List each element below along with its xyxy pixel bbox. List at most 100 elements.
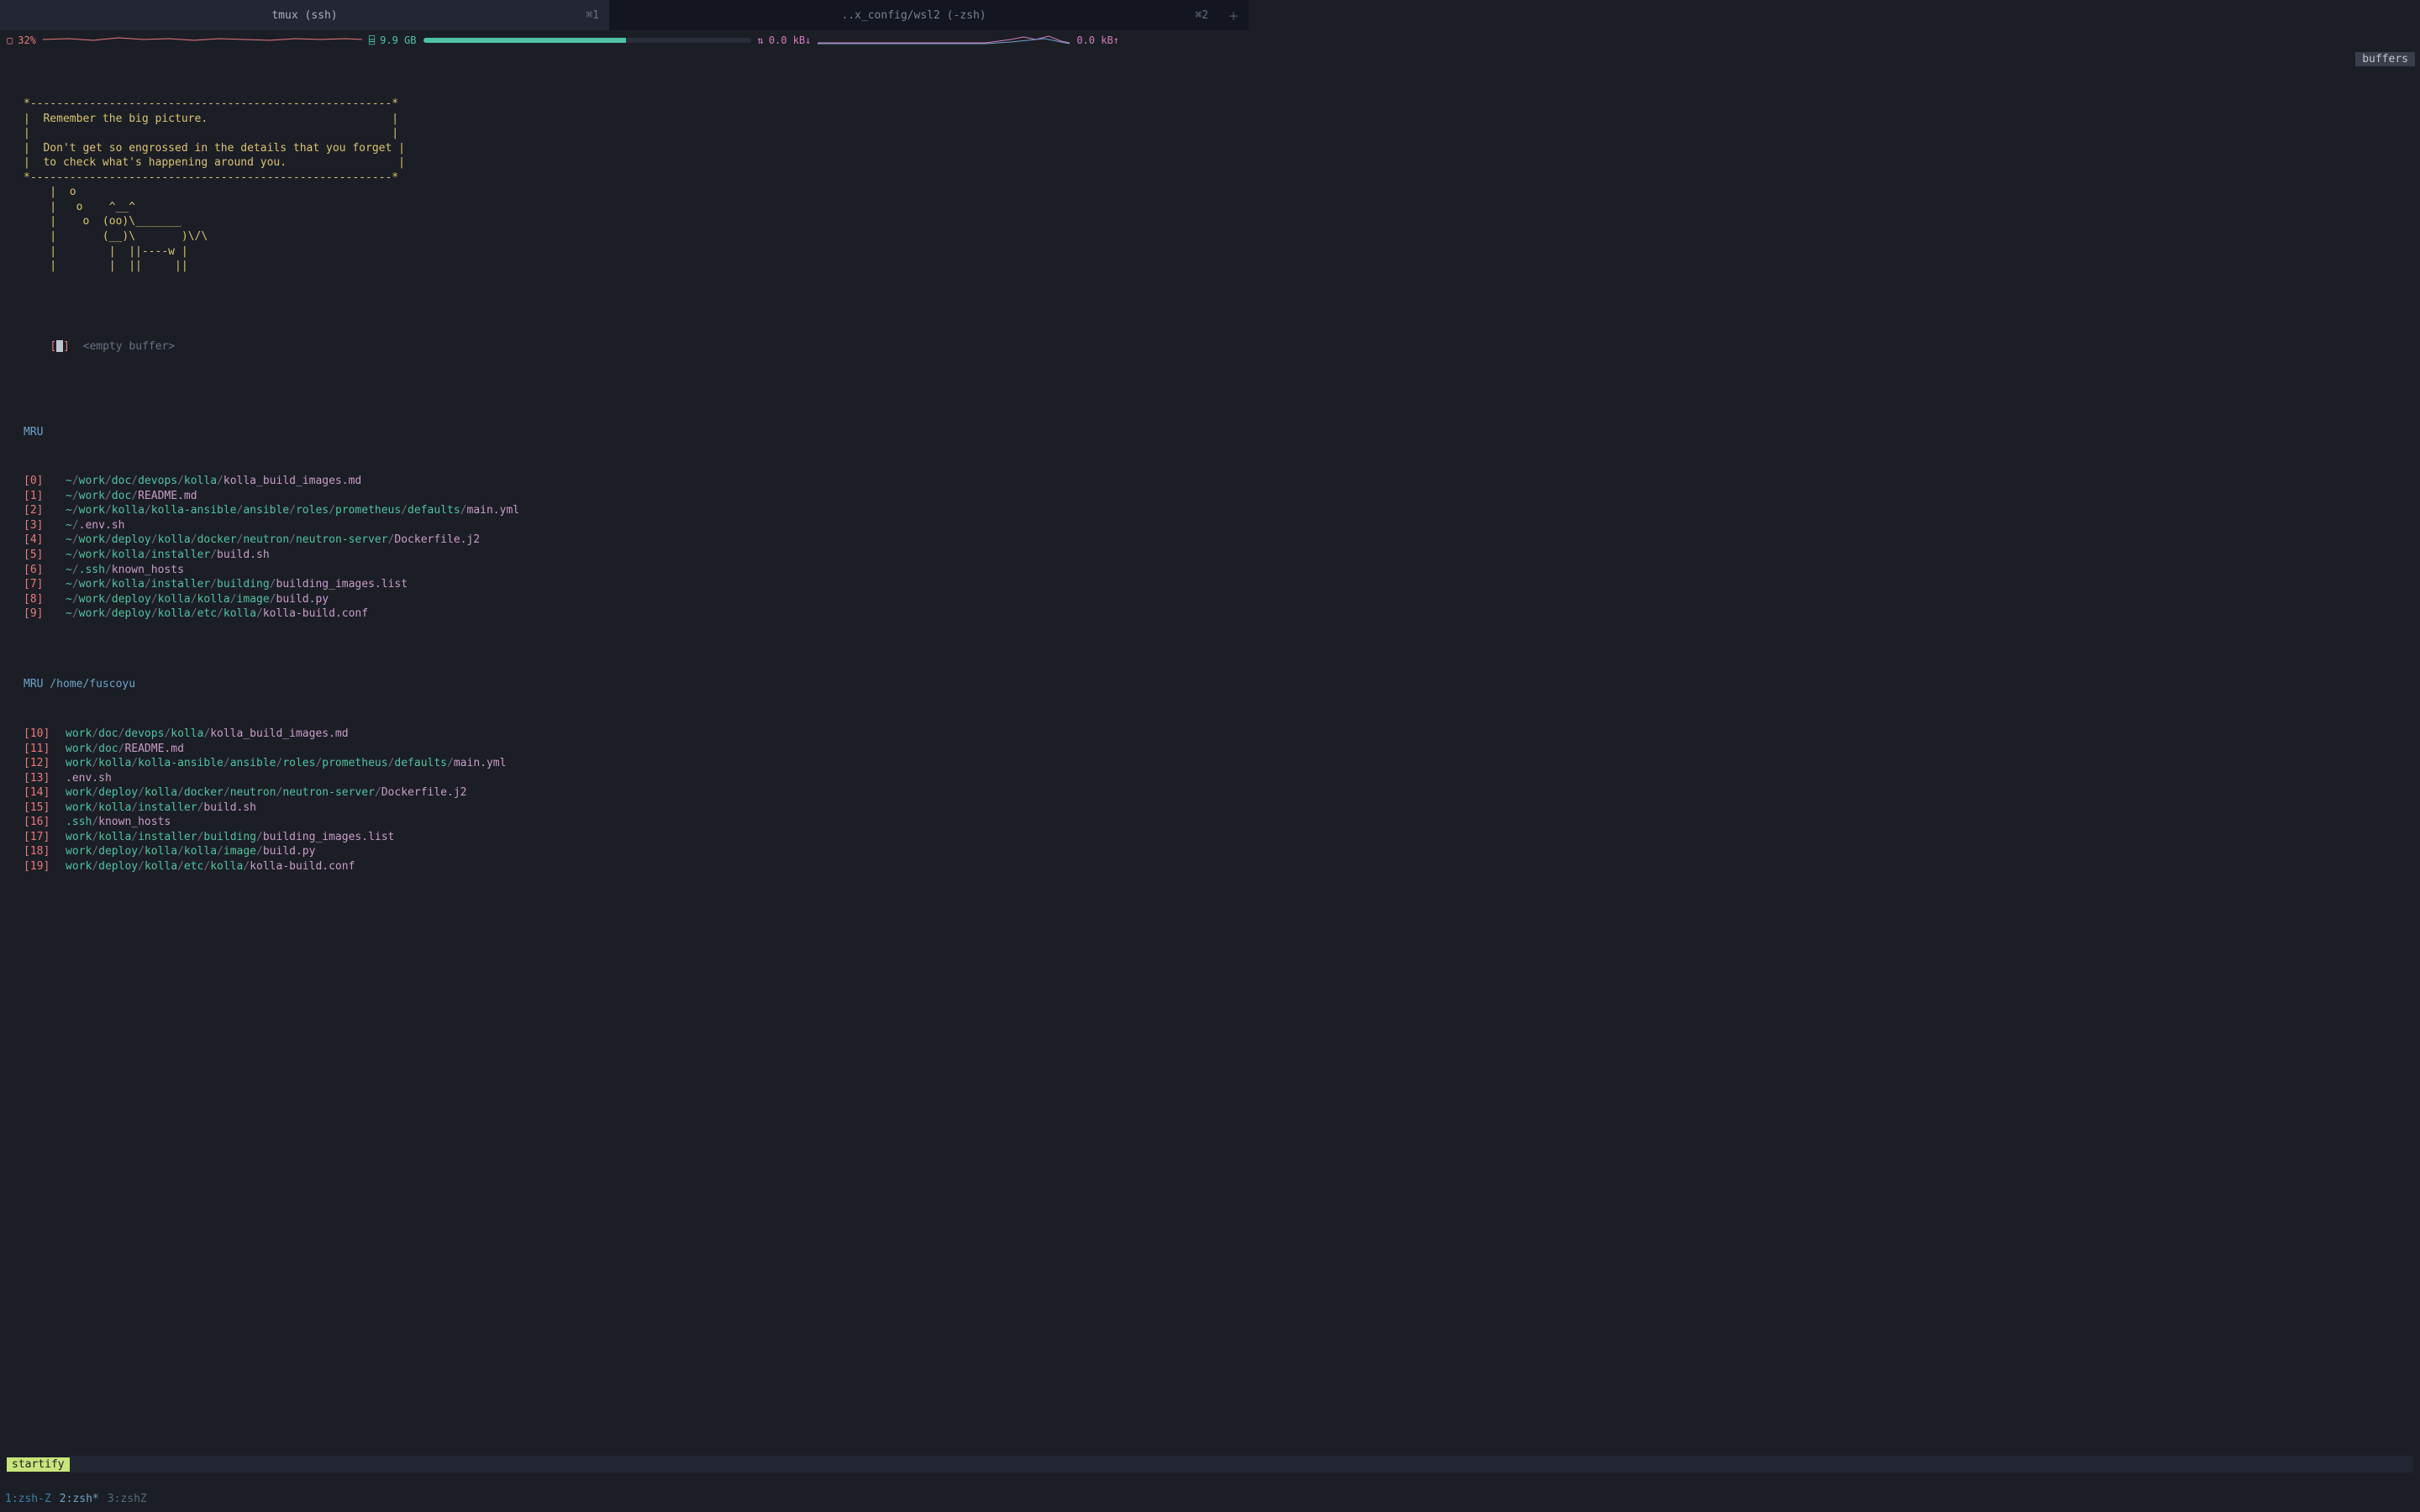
mru-item[interactable]: [19] work/deploy/kolla/etc/kolla/kolla-bu… bbox=[24, 859, 1244, 874]
mru-item[interactable]: [6]~/.ssh/known_hosts bbox=[24, 563, 1244, 578]
tmux-window[interactable]: 3:zshZ bbox=[108, 1493, 147, 1505]
path-segment: work bbox=[79, 593, 105, 606]
path-segment: building bbox=[217, 578, 270, 591]
path-segment: work bbox=[79, 549, 105, 561]
path-segment: docker bbox=[184, 786, 224, 799]
mru-item[interactable]: [0]~/work/doc/devops/kolla/kolla_build_i… bbox=[24, 474, 1244, 489]
mru-item[interactable]: [16].ssh/known_hosts bbox=[24, 815, 1244, 830]
path-separator: / bbox=[131, 757, 138, 769]
path-file: README.md bbox=[124, 743, 183, 755]
path-separator: / bbox=[92, 816, 98, 828]
path-separator: / bbox=[217, 607, 224, 620]
mru-index: [7] bbox=[24, 577, 54, 592]
path-segment: deploy bbox=[112, 593, 151, 606]
tmux-window[interactable]: 1:zsh-Z bbox=[5, 1493, 51, 1505]
path-segment: kolla bbox=[184, 845, 217, 858]
path-segment: installer bbox=[138, 801, 197, 814]
path-separator: / bbox=[92, 757, 98, 769]
path-file: kolla_build_images.md bbox=[224, 475, 361, 487]
mru-item[interactable]: [11]work/doc/README.md bbox=[24, 742, 1244, 757]
tmux-window[interactable]: 2:zsh* bbox=[60, 1493, 99, 1505]
path-segment: kolla bbox=[112, 504, 145, 517]
path-separator: / bbox=[151, 607, 158, 620]
cpu-value: 32% bbox=[18, 34, 36, 46]
mru-item[interactable]: [5] ~/work/kolla/installer/build.sh bbox=[24, 548, 1244, 563]
mru-index: [4] bbox=[24, 533, 54, 548]
tab-shortcut: ⌘1 bbox=[586, 9, 599, 22]
tab-wsl2-zsh[interactable]: ..x_config/wsl2 (-zsh) ⌘2 bbox=[609, 0, 1218, 30]
mru-item[interactable]: [15]work/kolla/installer/build.sh bbox=[24, 801, 1244, 816]
mru-item[interactable]: [17]work/kolla/installer/building/buildi… bbox=[24, 830, 1244, 845]
path-segment: roles bbox=[282, 757, 315, 769]
mru-index: [16] bbox=[24, 815, 54, 830]
mru-header: MRU bbox=[5, 425, 1244, 440]
path-separator: / bbox=[131, 475, 138, 487]
path-segment: kolla bbox=[171, 727, 203, 740]
mru-item[interactable]: [12]work/kolla/kolla-ansible/ansible/rol… bbox=[24, 756, 1244, 771]
cpu-icon: ▢ bbox=[7, 34, 13, 46]
mru-index: [3] bbox=[24, 518, 54, 533]
path-segment: work bbox=[66, 801, 92, 814]
mru-item[interactable]: [1]~/work/doc/README.md bbox=[24, 489, 1244, 504]
path-segment: doc bbox=[112, 490, 131, 502]
add-tab-button[interactable]: ＋ bbox=[1218, 0, 1249, 30]
path-segment: doc bbox=[98, 743, 118, 755]
mru-path: ~/work/deploy/kolla/kolla/image/build.py bbox=[66, 592, 329, 607]
path-segment: deploy bbox=[112, 533, 151, 546]
mru-item[interactable]: [3]~/.env.sh bbox=[24, 518, 1244, 533]
path-segment: work bbox=[66, 831, 92, 843]
mru-path: ~/work/kolla/installer/build.sh bbox=[66, 548, 270, 563]
path-separator: / bbox=[191, 533, 197, 546]
mode-line-fill bbox=[70, 1456, 2413, 1473]
mru-item[interactable]: [13].env.sh bbox=[24, 771, 1244, 786]
mru-item[interactable]: [8]~/work/deploy/kolla/kolla/image/build… bbox=[24, 592, 1244, 607]
mru-index: [15] bbox=[24, 801, 54, 816]
path-separator: / bbox=[289, 533, 296, 546]
path-separator: / bbox=[270, 578, 276, 591]
path-file: known_hosts bbox=[98, 816, 171, 828]
tab-title: ..x_config/wsl2 (-zsh) bbox=[841, 9, 986, 22]
path-separator: / bbox=[217, 845, 224, 858]
path-segment: deploy bbox=[98, 860, 138, 873]
cpu-graph bbox=[43, 34, 362, 46]
buffers-label: buffers bbox=[2355, 52, 2415, 66]
path-separator: / bbox=[224, 757, 230, 769]
mru-item[interactable]: [9]~/work/deploy/kolla/etc/kolla/kolla-b… bbox=[24, 606, 1244, 622]
empty-buffer-entry[interactable]: [] <empty buffer> bbox=[5, 324, 1244, 369]
path-separator: / bbox=[72, 578, 79, 591]
mru-index: [19] bbox=[24, 859, 54, 874]
path-file: Dockerfile.j2 bbox=[394, 533, 480, 546]
terminal-body[interactable]: *---------------------------------------… bbox=[0, 50, 1249, 889]
path-separator: / bbox=[92, 786, 98, 799]
path-separator: / bbox=[401, 504, 408, 517]
net-up-stat: 0.0 kB↑ bbox=[1076, 34, 1119, 46]
mru-item[interactable]: [10]work/doc/devops/kolla/kolla_build_im… bbox=[24, 727, 1244, 742]
mru-index: [14] bbox=[24, 785, 54, 801]
path-segment: work bbox=[79, 533, 105, 546]
mru-item[interactable]: [7]~/work/kolla/installer/building/build… bbox=[24, 577, 1244, 592]
tab-tmux-ssh[interactable]: tmux (ssh) ⌘1 bbox=[0, 0, 609, 30]
mru-item[interactable]: [2]~/work/kolla/kolla-ansible/ansible/ro… bbox=[24, 503, 1244, 518]
path-separator: / bbox=[256, 845, 263, 858]
mru-item[interactable]: [18]work/deploy/kolla/kolla/image/build.… bbox=[24, 844, 1244, 859]
path-separator: / bbox=[92, 860, 98, 873]
mru-path: work/deploy/kolla/etc/kolla/kolla-build.… bbox=[66, 859, 355, 874]
mru-item[interactable]: [14]work/deploy/kolla/docker/neutron/neu… bbox=[24, 785, 1244, 801]
path-file: build.py bbox=[263, 845, 316, 858]
mru-path: work/doc/README.md bbox=[66, 742, 184, 757]
path-segment: doc bbox=[98, 727, 118, 740]
path-file: kolla-build.conf bbox=[263, 607, 368, 620]
mru-index: [5] bbox=[24, 548, 54, 563]
path-segment: image bbox=[224, 845, 256, 858]
path-separator: / bbox=[447, 757, 454, 769]
path-segment: devops bbox=[138, 475, 177, 487]
path-separator: / bbox=[230, 593, 237, 606]
path-segment: work bbox=[66, 727, 92, 740]
path-separator: / bbox=[105, 593, 112, 606]
mru-item[interactable]: [4]~/work/deploy/kolla/docker/neutron/ne… bbox=[24, 533, 1244, 548]
path-separator: / bbox=[131, 801, 138, 814]
path-separator: / bbox=[92, 743, 98, 755]
path-segment: ~ bbox=[66, 593, 72, 606]
path-file: Dockerfile.j2 bbox=[381, 786, 467, 799]
path-segment: work bbox=[79, 490, 105, 502]
